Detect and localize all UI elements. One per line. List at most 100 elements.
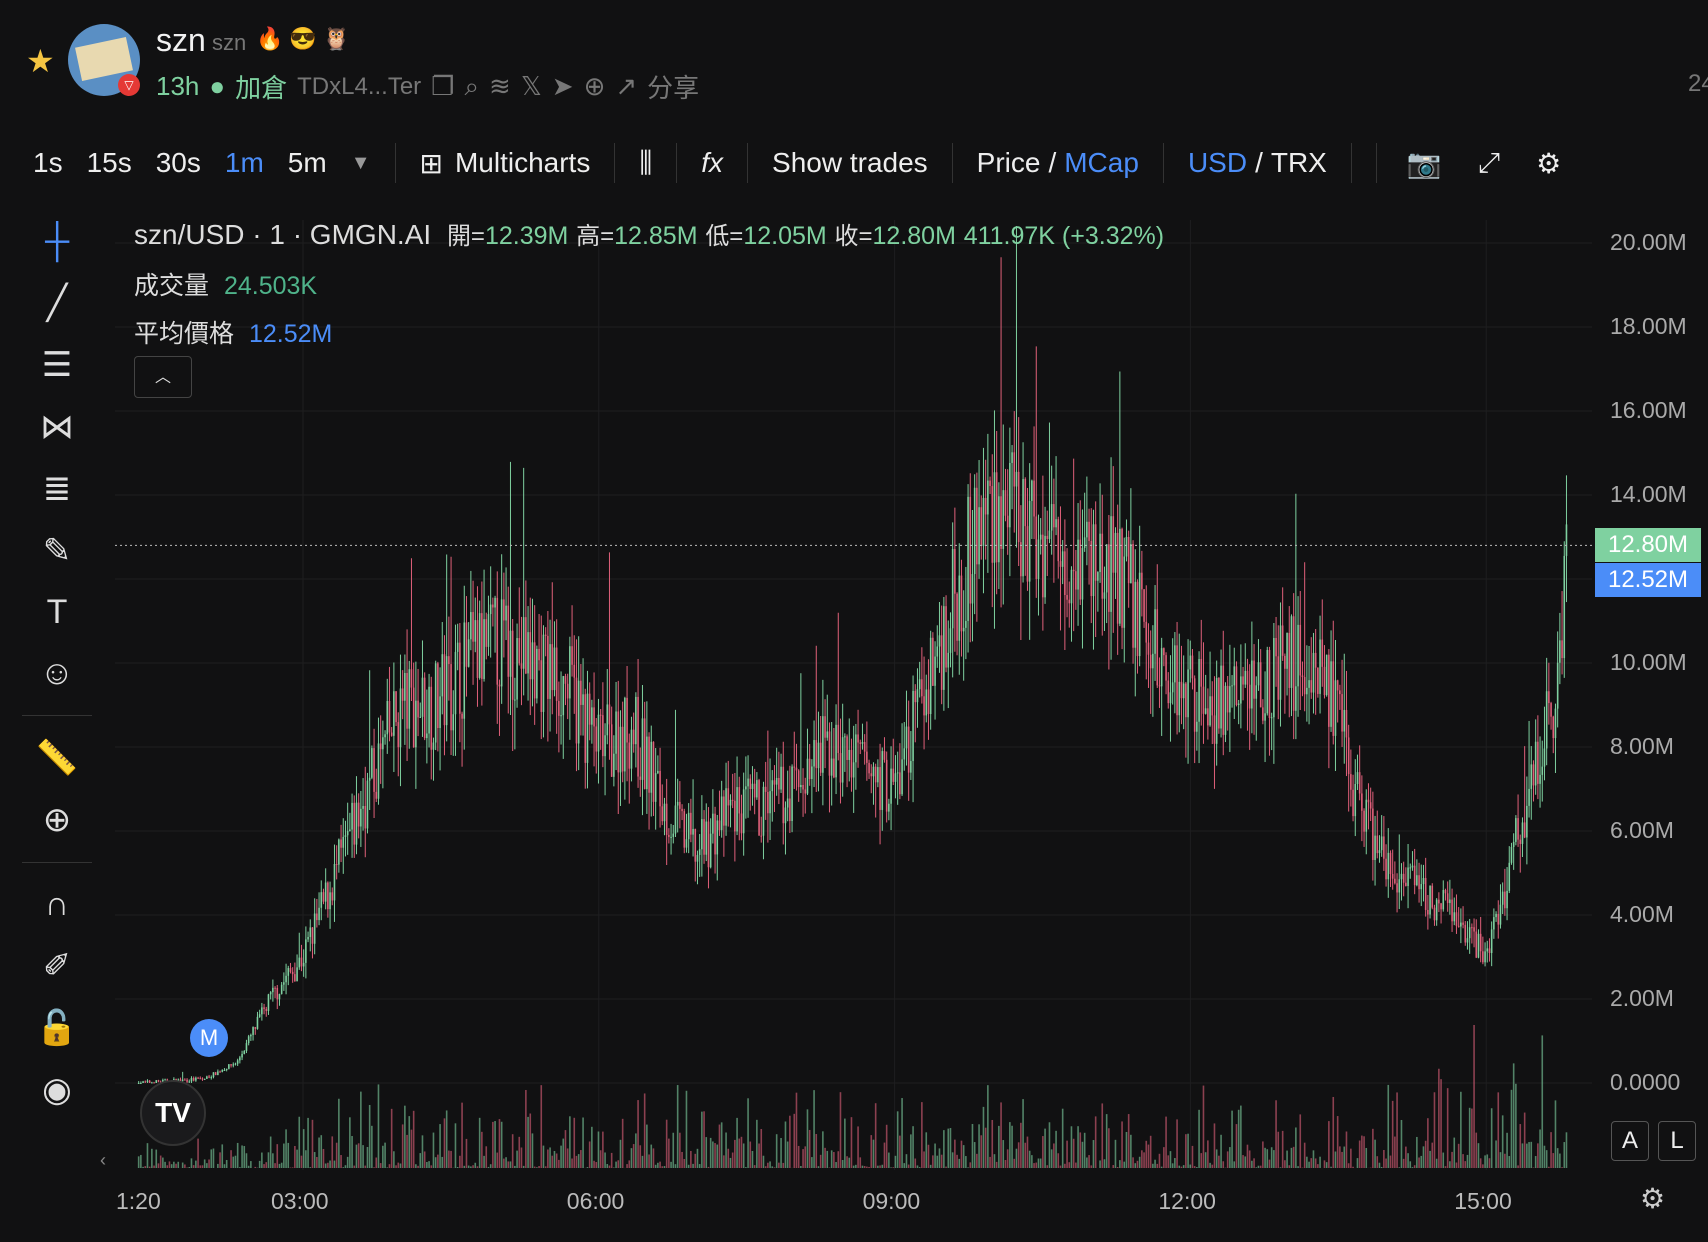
candle-body	[731, 799, 734, 801]
volume-bar	[951, 1152, 954, 1168]
volume-bar	[943, 1130, 945, 1168]
candle-body	[285, 975, 287, 983]
volume-bar	[1284, 1160, 1286, 1168]
volume-bar	[181, 1162, 184, 1168]
volume-bar	[1396, 1092, 1398, 1168]
x-tick-label: 12:00	[1158, 1188, 1216, 1214]
tradingview-logo[interactable]: TV	[140, 1080, 206, 1146]
candle-body	[1158, 685, 1161, 687]
candle-body	[705, 821, 708, 855]
volume-bar	[1523, 1112, 1526, 1168]
candle-body	[940, 635, 943, 690]
candle-body	[1405, 882, 1407, 886]
auto-scale-button[interactable]: A	[1611, 1121, 1649, 1161]
candle-body	[654, 773, 657, 802]
volume-bar	[1055, 1130, 1057, 1168]
volume-bar	[621, 1118, 624, 1168]
candle-body	[828, 731, 831, 776]
candle-body	[577, 680, 580, 744]
candle-body	[606, 704, 609, 736]
volume-bar	[599, 1150, 602, 1168]
candle-body	[357, 802, 360, 827]
volume-bar	[661, 1166, 664, 1168]
volume-bar	[1361, 1135, 1363, 1168]
candle-body	[894, 773, 897, 782]
candle-body	[1420, 884, 1423, 890]
candle-body	[762, 786, 765, 836]
volume-bar	[1510, 1089, 1513, 1168]
candle-body	[604, 735, 606, 757]
candle-body	[793, 766, 796, 768]
candle-body	[619, 726, 622, 773]
volume-bar	[1046, 1165, 1049, 1168]
volume-bar	[555, 1153, 558, 1168]
candle-body	[157, 1080, 160, 1082]
volume-bar	[258, 1160, 261, 1168]
candle-body	[672, 833, 675, 837]
price-chart[interactable]	[0, 0, 1708, 1242]
log-scale-button[interactable]: L	[1658, 1121, 1696, 1161]
candle-body	[661, 806, 664, 822]
volume-bar	[1158, 1153, 1161, 1168]
candle-body	[1050, 504, 1053, 531]
volume-bar	[1209, 1162, 1211, 1168]
candle-body	[857, 734, 859, 743]
candle-body	[1367, 799, 1370, 803]
volume-bar	[1565, 1132, 1568, 1168]
volume-bar	[366, 1146, 369, 1168]
marker-m[interactable]: M	[190, 1019, 228, 1057]
volume-bar	[837, 1151, 840, 1168]
volume-bar	[1259, 1165, 1262, 1168]
candle-body	[1319, 639, 1321, 694]
candle-body	[971, 574, 974, 604]
candle-body	[379, 743, 382, 750]
candle-body	[1347, 737, 1350, 775]
volume-bar	[1435, 1158, 1438, 1168]
candle-body	[274, 987, 276, 989]
volume-bar	[1416, 1136, 1418, 1168]
candle-body	[463, 622, 466, 719]
volume-bar	[1226, 1151, 1229, 1168]
volume-bar	[608, 1165, 611, 1168]
volume-bar	[617, 1160, 620, 1168]
candle-body	[507, 605, 510, 677]
volume-bar	[905, 1154, 908, 1168]
candle-body	[892, 768, 895, 782]
candle-body	[714, 813, 716, 855]
candle-body	[738, 787, 741, 814]
volume-bar	[560, 1145, 562, 1168]
axis-settings-icon[interactable]: ⚙	[1640, 1182, 1665, 1215]
candle-body	[478, 613, 481, 678]
candle-body	[1510, 846, 1513, 863]
volume-bar	[351, 1136, 353, 1168]
candle-body	[1279, 625, 1282, 700]
volume-bar	[995, 1161, 998, 1168]
candle-body	[1105, 544, 1108, 593]
candle-body	[520, 663, 523, 669]
volume-bar	[1517, 1165, 1519, 1168]
volume-bar	[1512, 1063, 1515, 1168]
volume-bar	[1235, 1124, 1238, 1168]
candle-body	[386, 701, 389, 735]
volume-bar	[217, 1163, 219, 1168]
volume-bar	[287, 1142, 290, 1168]
volume-bar	[478, 1117, 481, 1168]
candle-body	[1035, 516, 1038, 579]
candle-body	[1556, 662, 1559, 709]
candle-body	[745, 786, 747, 790]
candle-body	[142, 1081, 144, 1083]
candle-body	[245, 1043, 248, 1052]
candle-body	[1303, 677, 1306, 695]
candle-body	[709, 833, 712, 868]
candle-body	[921, 679, 923, 697]
volume-bar	[1279, 1167, 1282, 1168]
candle-body	[1559, 640, 1561, 663]
volume-bar	[844, 1118, 846, 1168]
candle-body	[366, 780, 369, 829]
volume-bar	[705, 1137, 708, 1168]
collapse-legend-button[interactable]: ︿	[134, 356, 192, 398]
candle-body	[786, 798, 789, 808]
candle-body	[1242, 676, 1244, 685]
candle-body	[1328, 654, 1330, 727]
volume-bar	[958, 1158, 961, 1168]
